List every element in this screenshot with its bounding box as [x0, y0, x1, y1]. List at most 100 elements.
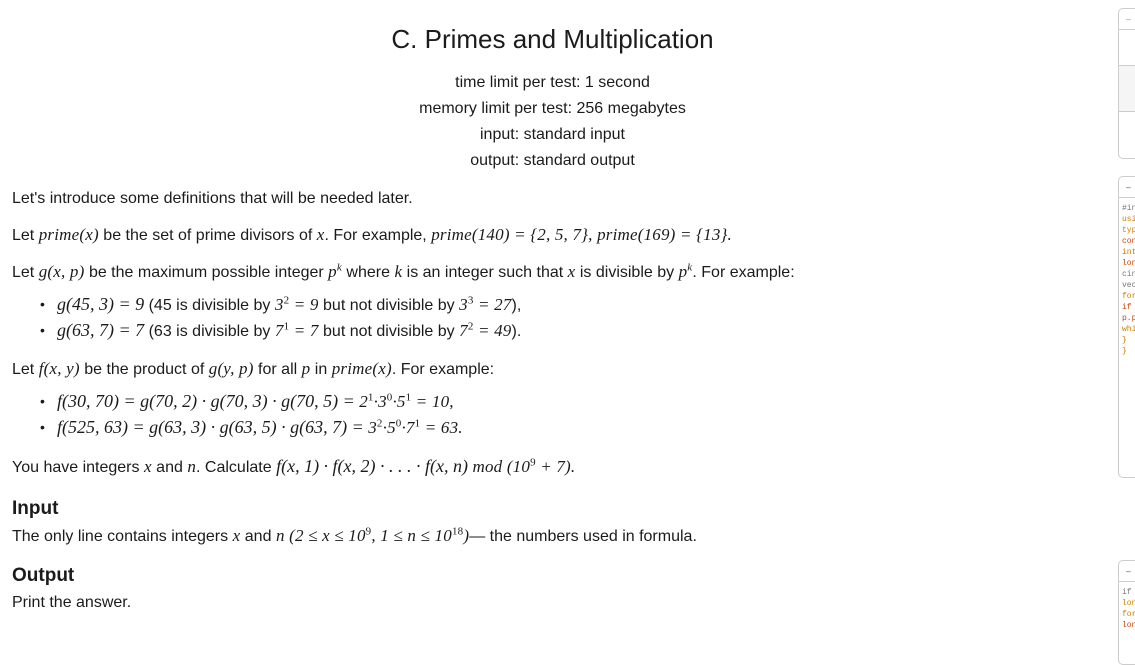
g-ex2-lhs: g(63, 7) = 7 — [57, 320, 145, 340]
prime-example-comma: , — [588, 225, 593, 244]
g-def-pk: pk — [328, 262, 342, 281]
g-ex1-pow1-exp: 2 — [283, 294, 290, 307]
g-def-pk-exp: k — [336, 261, 342, 274]
f-ex2-term-1-base: 3 — [368, 418, 377, 437]
task-formula: f(x, 1) · f(x, 2) · . . . · f(x, n) — [276, 456, 469, 476]
page-title: C. Primes and Multiplication — [391, 24, 714, 54]
code-line: if (x % i == 0) { — [1122, 303, 1135, 312]
g-ex2-pow1-exp: 1 — [283, 320, 290, 333]
g-ex1-paren-open: (45 is divisible by — [148, 297, 271, 314]
f-ex1-term-1: 21 — [359, 392, 373, 411]
list-item: f(30, 70) = g(70, 2) · g(70, 3) · g(70, … — [40, 389, 1093, 415]
f-def-tail: . For example: — [391, 361, 495, 378]
g-examples-list: g(45, 3) = 9 (45 is divisible by 32 = 9 … — [12, 292, 1093, 344]
g-def-tail: . For example: — [692, 264, 795, 281]
code-line: vector<long long> p; — [1122, 281, 1135, 290]
intro-paragraph: Let's introduce some definitions that wi… — [12, 190, 413, 207]
g-definition-paragraph: Let g(x, p) be the maximum possible inte… — [12, 247, 1093, 284]
g-ex2-pow2-base: 7 — [459, 321, 468, 340]
f-def-prime: prime(x) — [331, 359, 392, 378]
info-panel-title: — — [1126, 16, 1131, 25]
output-section-body: Print the answer. — [12, 594, 132, 611]
secondary-code-panel[interactable]: — if (x > 1) long long ans = 1; for (aut… — [1118, 560, 1135, 665]
info-panel[interactable]: — — [1118, 8, 1135, 159]
f-examples-list: f(30, 70) = g(70, 2) · g(70, 3) · g(70, … — [12, 389, 1093, 441]
panel-row: — — [1119, 561, 1135, 582]
g-def-pk2-base: p — [678, 262, 688, 281]
code-line: } — [1122, 336, 1127, 345]
task-var-x: x — [143, 457, 152, 476]
f-ex1-term-1-base: 2 — [359, 392, 368, 411]
g-def-mid-4: is divisible by — [579, 264, 675, 281]
f-def-mid-2: for all — [258, 361, 298, 378]
f-ex1-term-2: 30 — [378, 392, 392, 411]
list-item: g(63, 7) = 7 (63 is divisible by 71 = 7 … — [40, 318, 1093, 344]
panel-row — [1119, 30, 1135, 66]
task-modulus-close: + 7). — [540, 457, 576, 476]
code-line: cin >> x >> n; — [1122, 270, 1135, 279]
g-ex2-pow2: 72 — [459, 321, 473, 340]
code-line: } — [1122, 347, 1127, 356]
code-line: using namespace — [1122, 215, 1135, 224]
f-def-g: g(y, p) — [208, 359, 254, 378]
input-constraint: (2 ≤ x ≤ 109, 1 ≤ n ≤ 1018) — [289, 526, 469, 545]
problem-body: Let's introduce some definitions that wi… — [0, 174, 1105, 614]
source-panel-title: — — [1126, 184, 1131, 193]
prime-def-lead: Let — [12, 227, 35, 244]
task-mod: mod — [472, 457, 503, 476]
prime-fn: prime(x) — [38, 225, 99, 244]
f-definition-paragraph: Let f(x, y) be the product of g(y, p) fo… — [12, 344, 1093, 381]
g-ex2-eq2: = 49 — [477, 321, 512, 340]
g-ex1-paren-close: ), — [511, 297, 522, 314]
prime-example-2: prime(169) = {13} — [597, 225, 728, 244]
prime-example-lead: . For example, — [324, 227, 427, 244]
source-code-panel[interactable]: — #include using namespace typedef long … — [1118, 176, 1135, 478]
g-ex1-mid: but not divisible by — [323, 297, 455, 314]
g-ex1-eq1: = 9 — [293, 295, 319, 314]
f-ex2-term-3: 71 — [406, 418, 420, 437]
g-ex1-pow1-base: 3 — [274, 295, 284, 314]
f-ex1-term-3-base: 5 — [396, 392, 406, 411]
task-paragraph: You have integers x and n. Calculate f(x… — [12, 441, 1093, 479]
g-ex2-pow2-exp: 2 — [467, 320, 474, 333]
prime-def-mid: be the set of prime divisors of — [103, 227, 313, 244]
task-var-n: n — [187, 457, 197, 476]
input-spec: input: standard input — [480, 126, 625, 143]
code-line: long long cur = n; — [1122, 621, 1135, 630]
task-lead: You have integers — [12, 459, 140, 476]
input-constraint-open: (2 ≤ x ≤ 10 — [289, 526, 366, 545]
g-ex2-pow1: 71 — [275, 321, 289, 340]
input-constraint-mid: , 1 ≤ n ≤ 10 — [371, 526, 452, 545]
code-line: typedef long long — [1122, 226, 1135, 235]
g-def-pk2: pk — [679, 262, 693, 281]
input-tail: — the numbers used in formula. — [469, 528, 697, 545]
g-ex2-paren-close: ). — [511, 323, 522, 340]
secondary-panel-title: — — [1126, 568, 1131, 577]
g-ex2-eq1: = 7 — [293, 321, 319, 340]
secondary-code-body: if (x > 1) long long ans = 1; for (auto … — [1119, 582, 1135, 631]
g-ex2-paren-open: (63 is divisible by — [148, 323, 271, 340]
output-spec: output: standard output — [470, 152, 635, 169]
code-line: while (x % i — [1122, 325, 1135, 334]
g-ex2-mid: but not divisible by — [323, 323, 455, 340]
f-fn: f(x, y) — [38, 359, 80, 378]
input-and: and — [244, 528, 272, 545]
code-line: long long x, n; — [1122, 259, 1135, 268]
panel-row: — — [1119, 177, 1135, 198]
g-ex1-eq2: = 27 — [477, 295, 512, 314]
memory-limit: memory limit per test: 256 megabytes — [419, 100, 686, 117]
f-ex2-term-2-base: 5 — [387, 418, 396, 437]
f-def-p: p — [301, 359, 311, 378]
f-ex2-term-3-exp: 1 — [414, 417, 421, 430]
f-def-mid-3: in — [314, 361, 328, 378]
f-ex1-result: = 10, — [415, 392, 454, 411]
g-ex1-lhs: g(45, 3) = 9 — [57, 294, 145, 314]
code-line: for (auto pr : p) { — [1122, 610, 1135, 619]
f-def-lead: Let — [12, 361, 35, 378]
g-ex1-pow1: 32 — [275, 295, 289, 314]
code-line: p.push_back(i); — [1122, 314, 1135, 323]
task-modulus: (109 + 7). — [507, 457, 576, 476]
f-ex2-term-2: 50 — [387, 418, 401, 437]
panel-row — [1119, 66, 1135, 112]
f-ex1-term-3-exp: 1 — [405, 391, 412, 404]
